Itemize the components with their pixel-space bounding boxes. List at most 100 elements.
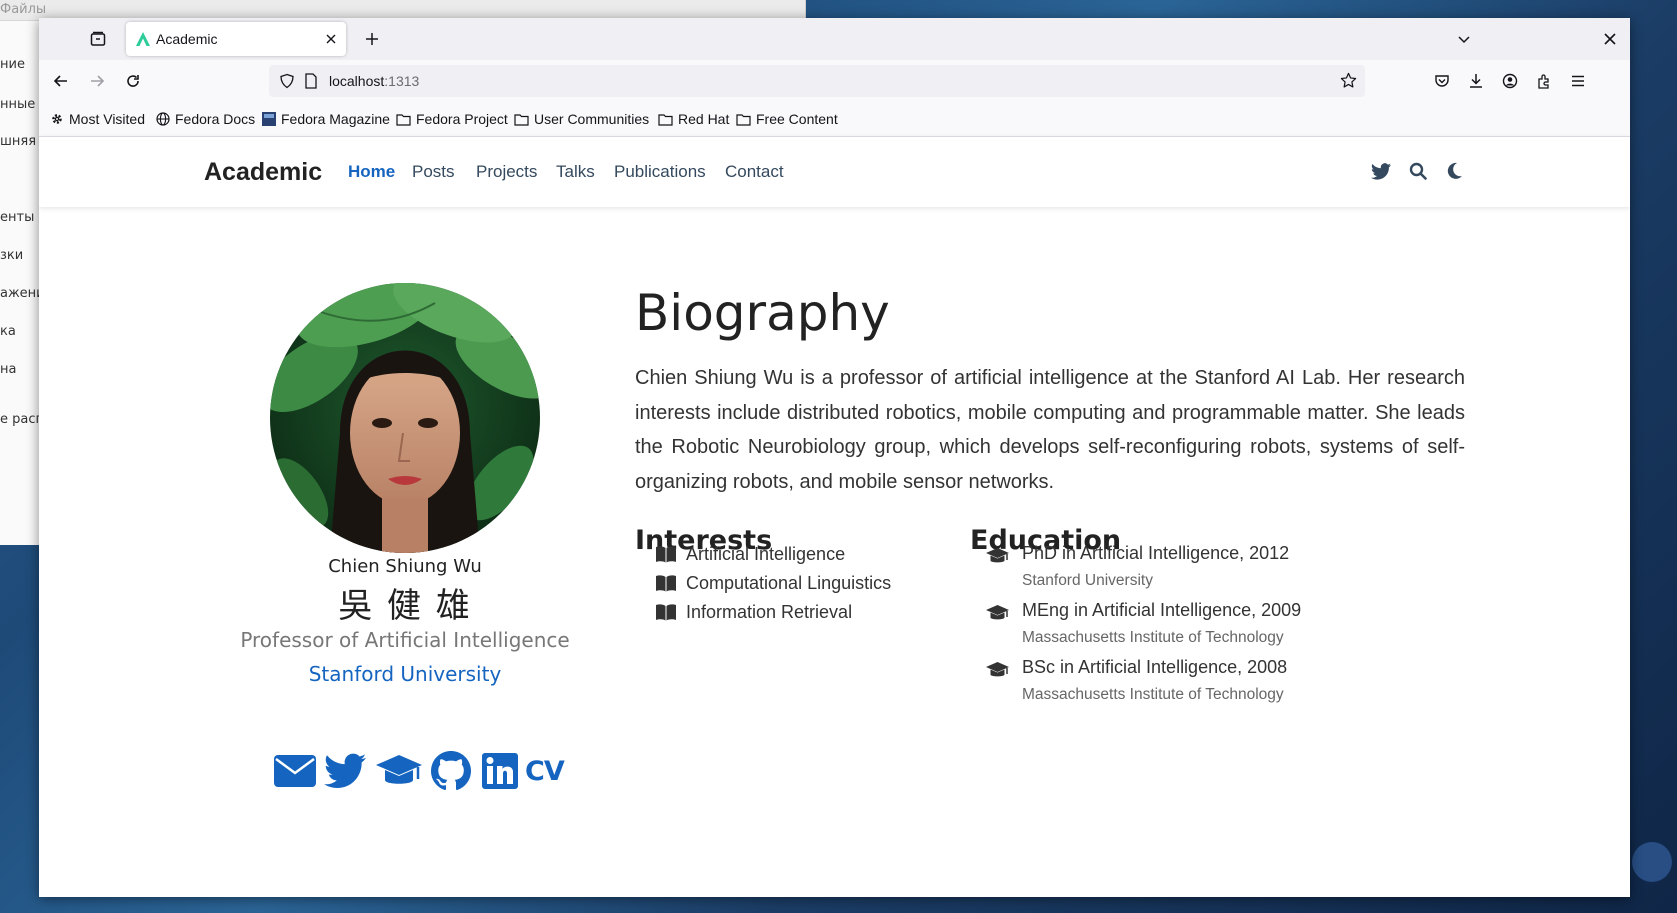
tab-academic[interactable]: Academic: [126, 22, 346, 56]
profile-organization[interactable]: Stanford University: [189, 662, 621, 686]
site-navbar: Academic Home Posts Projects Talks Publi…: [39, 137, 1630, 207]
academic-favicon-icon: [135, 31, 151, 51]
interest-label: Artificial Intelligence: [686, 544, 846, 564]
twitter-icon[interactable]: [1370, 160, 1392, 182]
background-sidebar-item[interactable]: нные: [0, 97, 35, 112]
nav-publications[interactable]: Publications: [614, 137, 706, 207]
bookmarks-toolbar: Most Visited Fedora Docs Fedora Magazine…: [39, 102, 1630, 137]
background-sidebar-item[interactable]: ажени: [0, 286, 45, 301]
education-institution: Massachusetts Institute of Technology: [1022, 629, 1284, 646]
bookmark-label: User Communities: [534, 111, 650, 127]
search-icon[interactable]: [1407, 160, 1429, 182]
education-degree: BSc in Artificial Intelligence, 2008: [1022, 657, 1288, 677]
github-link[interactable]: [431, 749, 471, 793]
window-close-icon[interactable]: [1595, 24, 1625, 54]
twitter-link[interactable]: [324, 749, 366, 793]
tab-bar: Academic: [39, 18, 1630, 60]
page-info-icon[interactable]: [304, 73, 318, 93]
education-degree: PhD in Artificial Intelligence, 2012: [1022, 543, 1290, 563]
bookmark-fedora-project[interactable]: Fedora Project: [396, 102, 508, 136]
linkedin-link[interactable]: [482, 749, 518, 793]
interest-label: Information Retrieval: [686, 602, 853, 622]
graduation-cap-icon: [986, 548, 1009, 563]
bookmark-label: Red Hat: [678, 111, 730, 127]
interest-label: Computational Linguistics: [686, 573, 892, 593]
globe-icon: [156, 112, 170, 126]
graduation-cap-icon: [986, 605, 1009, 620]
background-sidebar-item[interactable]: на: [0, 362, 16, 377]
bookmark-free-content[interactable]: Free Content: [736, 102, 838, 136]
back-icon[interactable]: [46, 66, 76, 96]
folder-icon: [658, 113, 673, 126]
fedora-magazine-icon: [262, 112, 276, 126]
bookmark-fedora-docs[interactable]: Fedora Docs: [156, 102, 255, 136]
nav-projects[interactable]: Projects: [476, 137, 537, 207]
bookmark-most-visited[interactable]: Most Visited: [50, 102, 145, 136]
page-content: Academic Home Posts Projects Talks Publi…: [39, 137, 1630, 897]
linkedin-icon: [482, 753, 518, 789]
folder-icon: [396, 113, 411, 126]
graduation-cap-icon: [986, 662, 1009, 677]
tracking-protection-shield-icon[interactable]: [279, 73, 295, 93]
bookmark-label: Free Content: [756, 111, 838, 127]
avatar: [270, 283, 540, 553]
app-menu-icon[interactable]: [1563, 66, 1593, 96]
background-sidebar-item[interactable]: е расп: [0, 412, 44, 427]
dark-mode-moon-icon[interactable]: [1443, 160, 1465, 182]
profile-role: Professor of Artificial Intelligence: [240, 628, 570, 652]
education-institution: Stanford University: [1022, 572, 1153, 589]
profile-name: Chien Shiung Wu: [328, 556, 482, 577]
book-icon: [656, 604, 676, 621]
nav-contact[interactable]: Contact: [725, 137, 784, 207]
background-window-title: Файлы: [0, 2, 47, 17]
tab-close-icon[interactable]: [322, 30, 340, 48]
twitter-icon: [324, 753, 366, 788]
education-institution: Massachusetts Institute of Technology: [1022, 686, 1284, 703]
fedora-logo-icon: [1632, 842, 1672, 882]
list-item: Information Retrieval: [655, 602, 852, 623]
address-bar[interactable]: localhost:1313: [269, 65, 1365, 97]
envelope-icon: [274, 755, 316, 787]
background-sidebar-item[interactable]: ние: [0, 57, 25, 72]
background-sidebar-item[interactable]: енты: [0, 210, 34, 225]
reload-icon[interactable]: [118, 66, 148, 96]
biography-heading: Biography: [635, 284, 890, 342]
bookmark-star-icon[interactable]: [1340, 72, 1357, 93]
downloads-icon[interactable]: [1461, 66, 1491, 96]
nav-posts[interactable]: Posts: [412, 137, 455, 207]
education-degree: MEng in Artificial Intelligence, 2009: [1022, 600, 1302, 620]
cv-icon: CV: [525, 755, 565, 787]
book-icon: [656, 546, 676, 563]
folder-icon: [736, 113, 751, 126]
tab-title: Academic: [156, 31, 218, 47]
firefox-view-icon[interactable]: [83, 24, 113, 54]
email-link[interactable]: [273, 749, 317, 793]
navigation-toolbar: localhost:1313: [39, 60, 1630, 102]
gear-icon: [52, 114, 62, 124]
list-item: Computational Linguistics: [655, 573, 891, 594]
bookmark-label: Fedora Docs: [175, 111, 256, 127]
github-icon: [431, 751, 471, 791]
bookmark-red-hat[interactable]: Red Hat: [658, 102, 729, 136]
extensions-icon[interactable]: [1529, 66, 1559, 96]
list-all-tabs-icon[interactable]: [1449, 24, 1479, 54]
new-tab-icon[interactable]: [357, 24, 387, 54]
background-sidebar-item[interactable]: ка: [0, 324, 16, 339]
nav-home[interactable]: Home: [348, 137, 395, 207]
nav-talks[interactable]: Talks: [556, 137, 595, 207]
cv-link[interactable]: CV: [525, 749, 565, 793]
forward-icon[interactable]: [82, 66, 112, 96]
background-sidebar-item[interactable]: зки: [0, 248, 23, 263]
google-scholar-link[interactable]: [374, 749, 424, 793]
bookmark-label: Most Visited: [69, 111, 145, 127]
book-icon: [656, 575, 676, 592]
bookmark-user-communities[interactable]: User Communities: [514, 102, 649, 136]
account-icon[interactable]: [1495, 66, 1525, 96]
url-text[interactable]: localhost:1313: [329, 65, 419, 97]
list-item: Artificial Intelligence: [655, 544, 845, 565]
pocket-icon[interactable]: [1427, 66, 1457, 96]
site-brand[interactable]: Academic: [204, 137, 322, 207]
bookmark-label: Fedora Magazine: [281, 111, 390, 127]
bookmark-fedora-magazine[interactable]: Fedora Magazine: [262, 102, 390, 136]
biography-text: Chien Shiung Wu is a professor of artifi…: [635, 367, 1465, 493]
